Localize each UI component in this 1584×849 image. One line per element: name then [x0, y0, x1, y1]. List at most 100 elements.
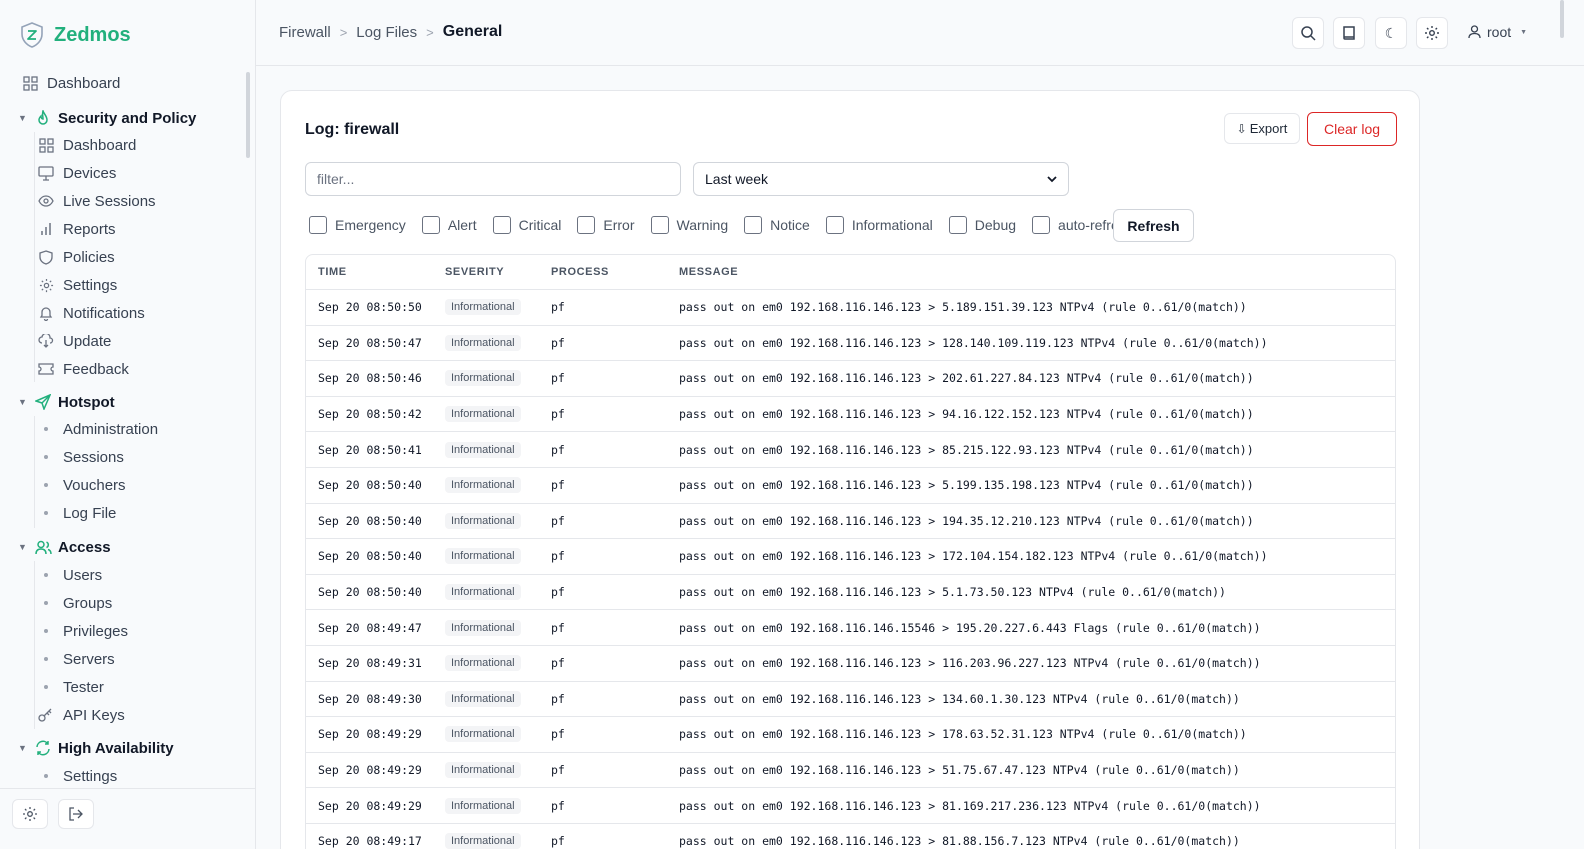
table-row[interactable]: Sep 20 08:49:29 Informational pf pass out o…	[306, 717, 1395, 753]
severity-badge: Informational	[445, 512, 521, 529]
filter-input[interactable]	[305, 162, 681, 196]
sidebar-item-administration[interactable]: Administration	[0, 415, 240, 443]
cell-severity: Informational	[445, 833, 551, 849]
breadcrumb-item[interactable]: Firewall	[279, 24, 331, 41]
checkbox-informational[interactable]: Informational	[825, 216, 933, 234]
sidebar-item-devices[interactable]: Devices	[0, 159, 240, 187]
sidebar-item-label: Live Sessions	[63, 192, 156, 210]
sidebar-item-policies[interactable]: Policies	[0, 243, 240, 271]
sidebar-item-live-sessions[interactable]: Live Sessions	[0, 187, 240, 215]
cell-message: pass out on em0 192.168.116.146.123 > 81…	[679, 798, 1261, 813]
table-row[interactable]: Sep 20 08:50:50 Informational pf pass out o…	[306, 290, 1395, 326]
sidebar-item-ha-settings[interactable]: Settings	[0, 762, 240, 785]
bar-chart-icon	[38, 221, 54, 237]
breadcrumb-item[interactable]: Log Files	[356, 24, 417, 41]
export-button[interactable]: ⇩ Export	[1224, 113, 1300, 144]
sidebar-item-feedback[interactable]: Feedback	[0, 355, 240, 383]
checkbox-alert[interactable]: Alert	[421, 216, 477, 234]
cell-severity: Informational	[445, 370, 551, 387]
checkbox-warning[interactable]: Warning	[650, 216, 728, 234]
sidebar-item-log-file[interactable]: Log File	[0, 499, 240, 527]
docs-button[interactable]	[1333, 17, 1365, 49]
cell-time: Sep 20 08:50:50	[318, 300, 422, 315]
chevron-right-icon: >	[339, 24, 348, 40]
table-row[interactable]: Sep 20 08:49:30 Informational pf pass out o…	[306, 682, 1395, 718]
time-range-select[interactable]: Last week	[693, 162, 1069, 196]
checkbox-error[interactable]: Error	[577, 216, 635, 234]
search-button[interactable]	[1292, 17, 1324, 49]
table-row[interactable]: Sep 20 08:50:42 Informational pf pass out o…	[306, 397, 1395, 433]
footer-settings-button[interactable]	[12, 799, 48, 829]
settings-button[interactable]	[1416, 17, 1448, 49]
column-header-process[interactable]: PROCESS	[551, 266, 679, 278]
column-header-time[interactable]: TIME	[306, 266, 445, 278]
column-header-message[interactable]: MESSAGE	[679, 266, 1395, 278]
table-row[interactable]: Sep 20 08:50:46 Informational pf pass out o…	[306, 361, 1395, 397]
ticket-icon	[38, 361, 54, 377]
table-row[interactable]: Sep 20 08:50:47 Informational pf pass out o…	[306, 326, 1395, 362]
sidebar-item-label: Tester	[63, 678, 104, 696]
checkbox-notice[interactable]: Notice	[744, 216, 810, 234]
chevron-down-icon: ▼	[18, 743, 27, 753]
refresh-button[interactable]: Refresh	[1113, 209, 1194, 242]
cell-time: Sep 20 08:49:17	[318, 834, 422, 849]
cell-severity: Informational	[445, 762, 551, 779]
severity-filters: Emergency Alert Critical Error Warning N…	[309, 215, 1150, 235]
sidebar-scrollbar[interactable]	[246, 72, 250, 158]
table-row[interactable]: Sep 20 08:50:40 Informational pf pass out o…	[306, 468, 1395, 504]
table-row[interactable]: Sep 20 08:50:40 Informational pf pass out o…	[306, 575, 1395, 611]
sidebar-item-notifications[interactable]: Notifications	[0, 299, 240, 327]
breadcrumb-current: General	[442, 23, 503, 40]
table-row[interactable]: Sep 20 08:49:29 Informational pf pass out o…	[306, 753, 1395, 789]
table-row[interactable]: Sep 20 08:49:29 Informational pf pass out o…	[306, 788, 1395, 824]
sidebar-group-access[interactable]: ▼ Access	[0, 533, 240, 561]
sidebar-item-sessions[interactable]: Sessions	[0, 443, 240, 471]
table-row[interactable]: Sep 20 08:50:40 Informational pf pass out o…	[306, 504, 1395, 540]
cell-time: Sep 20 08:50:46	[318, 371, 422, 386]
sidebar-group-high-availability[interactable]: ▼ High Availability	[0, 734, 240, 762]
page-scrollbar[interactable]	[1560, 0, 1564, 38]
sidebar-item-settings[interactable]: Settings	[0, 271, 240, 299]
sidebar-item-api-keys[interactable]: API Keys	[0, 701, 240, 729]
sidebar-item-tester[interactable]: Tester	[0, 673, 240, 701]
cell-time: Sep 20 08:49:31	[318, 656, 422, 671]
sidebar-item-update[interactable]: Update	[0, 327, 240, 355]
sidebar-item-dashboard[interactable]: Dashboard	[0, 69, 240, 97]
severity-badge: Informational	[445, 797, 521, 814]
sidebar-group-hotspot[interactable]: ▼ Hotspot	[0, 388, 240, 416]
column-header-severity[interactable]: SEVERITY	[445, 266, 551, 278]
table-row[interactable]: Sep 20 08:49:31 Informational pf pass out o…	[306, 646, 1395, 682]
checkbox-debug[interactable]: Debug	[948, 216, 1016, 234]
sidebar-item-label: Log File	[63, 504, 117, 522]
brand[interactable]: Zedmos	[20, 22, 131, 48]
table-row[interactable]: Sep 20 08:50:41 Informational pf pass out o…	[306, 432, 1395, 468]
cell-time: Sep 20 08:50:47	[318, 335, 422, 350]
sidebar-nav[interactable]: Dashboard ▼ Security and Policy Dashboar…	[0, 68, 256, 785]
cell-process: pf	[551, 585, 565, 600]
sidebar-item-reports[interactable]: Reports	[0, 215, 240, 243]
table-row[interactable]: Sep 20 08:49:47 Informational pf pass out o…	[306, 610, 1395, 646]
cell-severity: Informational	[445, 619, 551, 636]
sidebar-item-users[interactable]: Users	[0, 561, 240, 589]
sidebar-item-label: Policies	[63, 248, 115, 266]
table-row[interactable]: Sep 20 08:50:40 Informational pf pass out o…	[306, 539, 1395, 575]
clear-log-button[interactable]: Clear log	[1307, 112, 1397, 146]
sidebar-item-security-dashboard[interactable]: Dashboard	[0, 131, 240, 159]
user-menu[interactable]: root ▼	[1468, 24, 1527, 40]
cell-time: Sep 20 08:50:40	[318, 513, 422, 528]
table-row[interactable]: Sep 20 08:49:17 Informational pf pass out o…	[306, 824, 1395, 849]
theme-toggle-button[interactable]: ☾	[1375, 17, 1407, 49]
logout-button[interactable]	[58, 799, 94, 829]
sidebar-item-privileges[interactable]: Privileges	[0, 617, 240, 645]
sidebar-item-groups[interactable]: Groups	[0, 589, 240, 617]
sidebar-item-servers[interactable]: Servers	[0, 645, 240, 673]
gear-icon	[23, 807, 37, 821]
gear-icon	[38, 277, 54, 293]
sidebar-group-label: Hotspot	[58, 393, 115, 411]
cell-process: pf	[551, 407, 565, 422]
sidebar-group-security[interactable]: ▼ Security and Policy	[0, 104, 240, 132]
sidebar-item-vouchers[interactable]: Vouchers	[0, 471, 240, 499]
cell-severity: Informational	[445, 512, 551, 529]
checkbox-critical[interactable]: Critical	[492, 216, 561, 234]
checkbox-emergency[interactable]: Emergency	[309, 216, 406, 234]
